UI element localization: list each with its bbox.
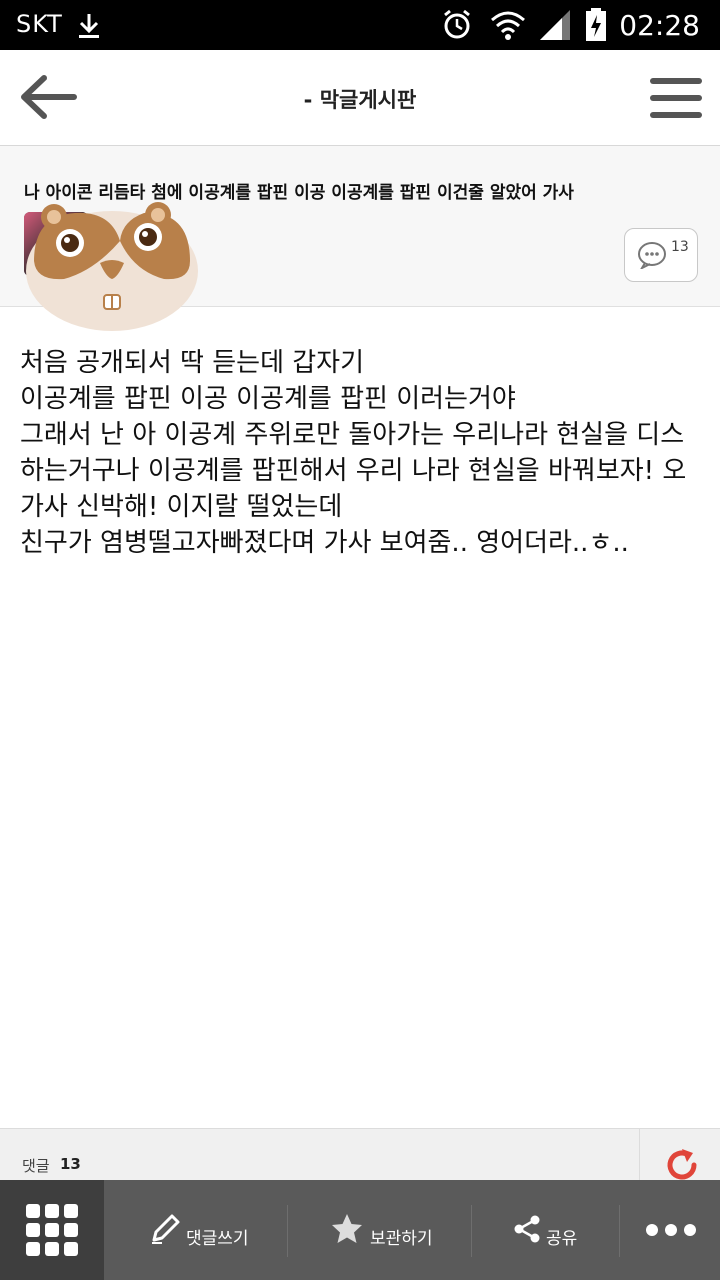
comments-count: 13 [60,1155,81,1173]
bottom-action-bar: 댓글쓰기 보관하기 공유 [0,1180,720,1280]
write-comment-button[interactable]: 댓글쓰기 [104,1180,288,1280]
hamburger-menu-icon[interactable] [650,76,702,120]
clock: 02:28 [619,9,700,42]
bookmark-button[interactable]: 보관하기 [288,1180,472,1280]
status-bar: SKT 02:28 [0,0,720,50]
comment-count-button[interactable]: 13 [624,228,698,282]
post-body-line: 가사 신박해! 이지랄 떨었는데 [20,492,343,522]
more-dots-icon [646,1224,696,1236]
speech-bubble-icon [638,242,666,269]
post-body-line: 이공계를 팝핀 이공 이공계를 팝핀 이러는거야 [20,384,516,414]
share-button[interactable]: 공유 [472,1180,620,1280]
grid-menu-button[interactable] [0,1180,104,1280]
pencil-icon [152,1214,180,1244]
hamster-sticker-icon [26,202,198,331]
carrier-label: SKT [16,10,63,38]
comments-label: 댓글 [22,1157,50,1175]
battery-icon [586,8,606,41]
page-title: - 막글게시판 [303,88,417,112]
grid-icon [26,1204,78,1256]
post-header: 나 아이콘 리듬타 첨에 이공계를 팝핀 이공 이공계를 팝핀 이건줄 알았어 … [0,146,720,331]
post-body-line: 처음 공개되서 딱 듣는데 갑자기 [20,348,365,378]
comment-count: 13 [671,239,689,255]
download-icon [79,14,99,38]
wifi-icon [491,11,525,40]
write-comment-label: 댓글쓰기 [186,1229,249,1249]
more-options-button[interactable] [620,1180,720,1280]
post-title: 나 아이콘 리듬타 첨에 이공계를 팝핀 이공 이공계를 팝핀 이건줄 알았어 … [24,183,574,203]
comments-summary-bar: 댓글 13 [0,1128,720,1181]
post-body-line: 하는거구나 이공계를 팝핀해서 우리 나라 현실을 바꿔보자! 오 [20,456,687,486]
refresh-icon [667,1149,697,1180]
post-body-line: 그래서 난 아 이공계 주위로만 돌아가는 우리나라 현실을 디스 [20,420,685,450]
star-icon [332,1214,362,1243]
bookmark-label: 보관하기 [370,1229,433,1249]
signal-icon [540,10,570,40]
share-icon [514,1215,540,1243]
refresh-button[interactable] [639,1129,720,1181]
post-body: 처음 공개되서 딱 듣는데 갑자기 이공계를 팝핀 이공 이공계를 팝핀 이러는… [20,345,710,561]
alarm-icon [444,9,470,39]
share-label: 공유 [546,1229,578,1249]
post-body-line: 친구가 염병떨고자빠졌다며 가사 보여줌.. 영어더라..ㅎ.. [20,528,629,558]
app-bar: - 막글게시판 [0,50,720,146]
